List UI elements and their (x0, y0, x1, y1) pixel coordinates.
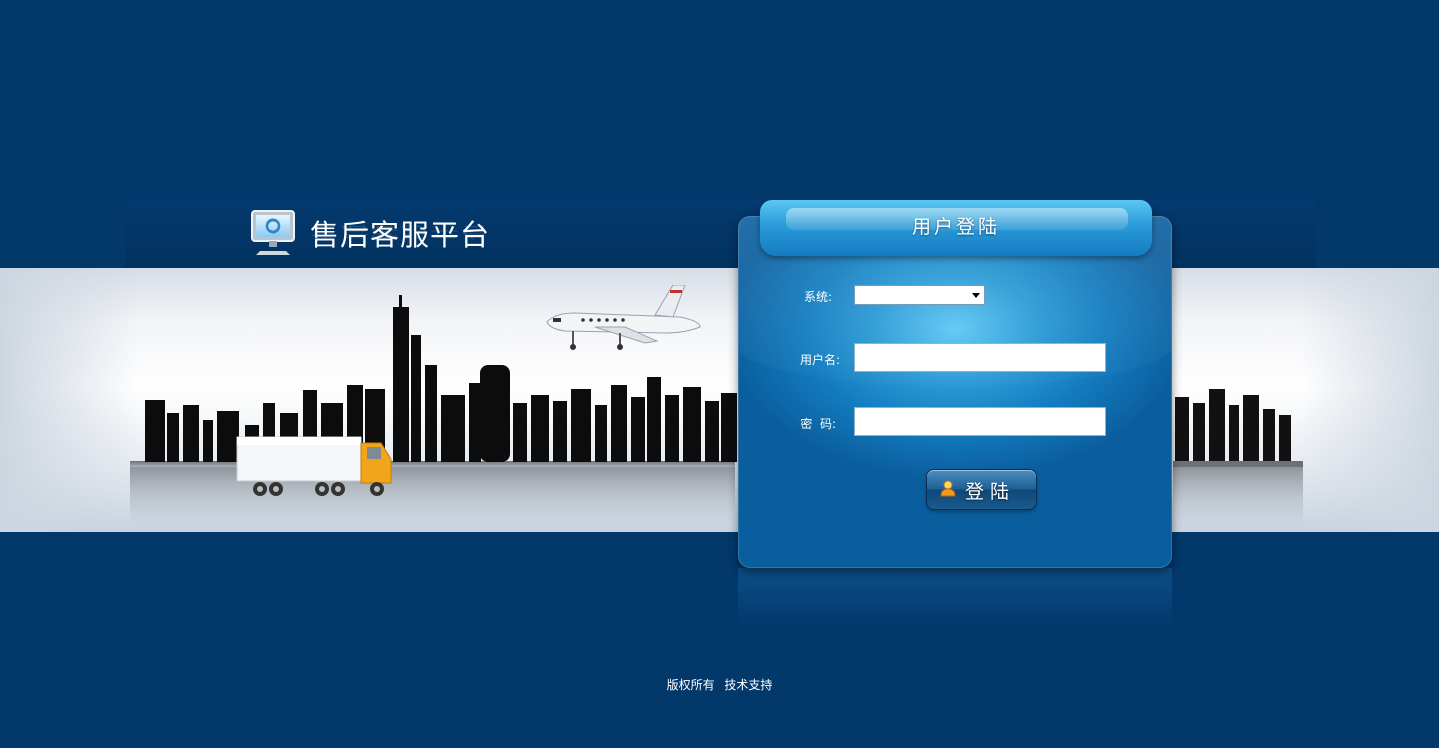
footer: 版权所有 技术支持 (0, 676, 1439, 693)
copyright-link[interactable]: 版权所有 (667, 678, 715, 692)
monitor-refresh-icon (251, 210, 295, 255)
system-label: 系统: (803, 290, 832, 304)
banner-fade-left (0, 268, 140, 532)
user-icon (940, 480, 956, 497)
system-select[interactable] (854, 285, 985, 305)
username-input[interactable] (854, 343, 1106, 372)
password-input[interactable] (854, 407, 1106, 436)
login-panel (738, 216, 1172, 568)
login-button-label: 登陆 (965, 481, 1016, 503)
login-panel-reflection (738, 568, 1172, 628)
login-button[interactable]: 登陆 (927, 470, 1036, 509)
login-title: 用户登陆 (911, 216, 1000, 238)
login-page: 售后客服平台 售后客服平台 用户登陆 系统: 用户名: 密 码: 登陆 版权所有… (0, 0, 1439, 748)
username-label: 用户名: (799, 353, 840, 367)
chevron-down-icon (972, 293, 980, 298)
tech-support-link[interactable]: 技术支持 (724, 678, 772, 692)
password-label: 密 码: (800, 417, 836, 431)
banner-fade-right (1299, 268, 1439, 532)
app-title-reflection: 售后客服平台 (310, 223, 491, 240)
